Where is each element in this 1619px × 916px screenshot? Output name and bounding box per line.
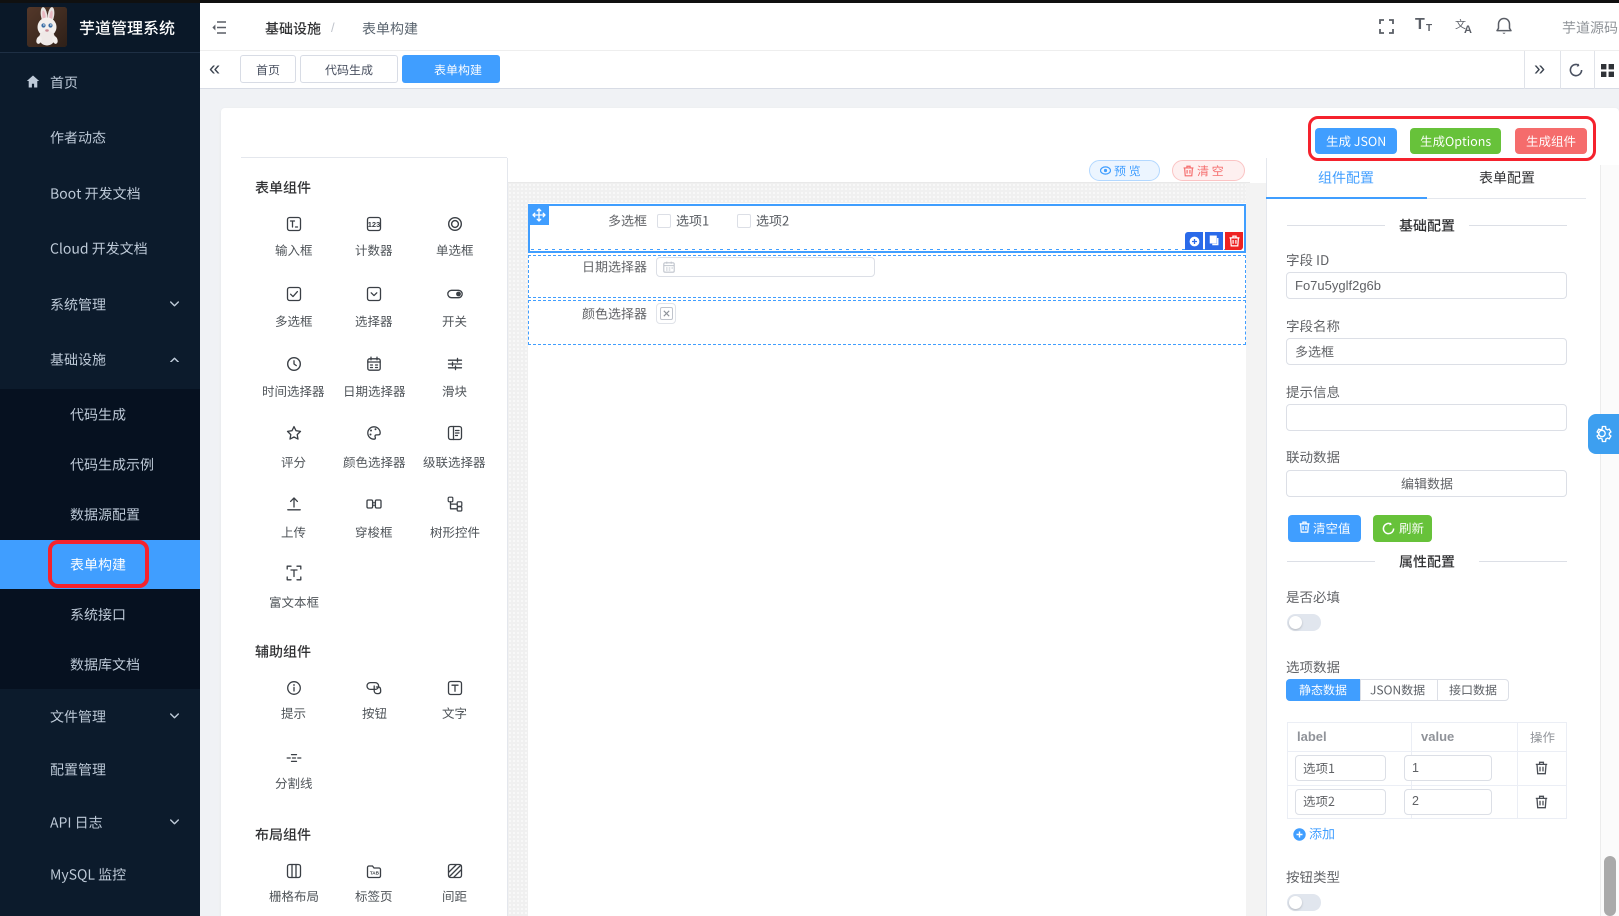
svg-text:TAB: TAB	[370, 870, 380, 875]
svg-text:123: 123	[368, 219, 381, 228]
